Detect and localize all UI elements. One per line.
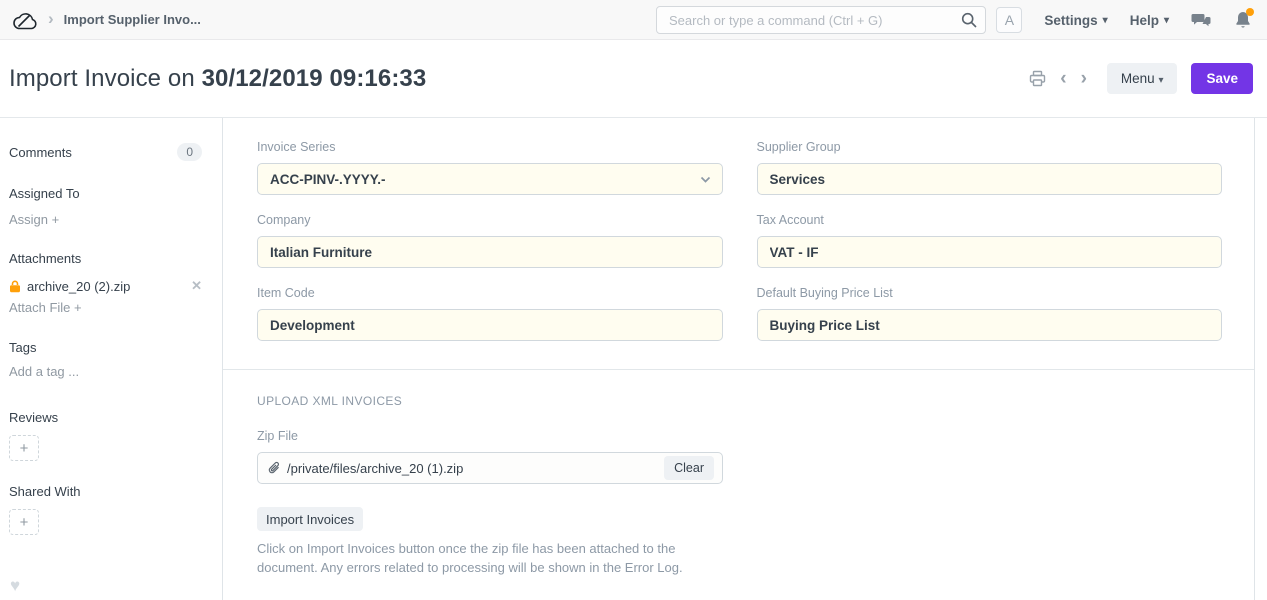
field-label: Tax Account (757, 213, 1223, 227)
comments-count-badge: 0 (177, 143, 202, 161)
item-code-input[interactable] (257, 309, 723, 341)
settings-menu[interactable]: Settings ▾ (1044, 13, 1107, 28)
search-icon (961, 12, 977, 28)
default-buying-price-list-input[interactable] (757, 309, 1223, 341)
upload-section-heading: UPLOAD XML INVOICES (257, 394, 1222, 408)
print-button[interactable] (1029, 70, 1046, 87)
form-section-upload: UPLOAD XML INVOICES Zip File /private/fi… (223, 370, 1254, 578)
upload-help-text: Click on Import Invoices button once the… (257, 540, 729, 578)
prev-document-button[interactable]: ‹ (1060, 69, 1066, 88)
field-default-buying-price-list: Default Buying Price List (757, 286, 1223, 341)
zip-file-control: /private/files/archive_20 (1).zip Clear (257, 452, 723, 484)
field-label: Invoice Series (257, 140, 723, 154)
field-tax-account: Tax Account (757, 213, 1223, 268)
breadcrumb[interactable]: Import Supplier Invo... (64, 12, 201, 27)
save-button[interactable]: Save (1191, 63, 1253, 94)
chevron-down-icon: ▾ (1158, 75, 1163, 86)
add-tag-input[interactable]: Add a tag ... (9, 364, 202, 379)
navbar: › Import Supplier Invo... A Settings ▾ H… (0, 0, 1267, 40)
assign-button[interactable]: Assign + (9, 212, 202, 227)
lock-icon (9, 280, 21, 293)
field-item-code: Item Code (257, 286, 723, 341)
assigned-to-label: Assigned To (9, 186, 202, 201)
notification-dot (1246, 8, 1254, 16)
attach-file-button[interactable]: Attach File + (9, 300, 202, 315)
attachments-label: Attachments (9, 251, 202, 266)
paperclip-icon (268, 461, 281, 475)
clear-button[interactable]: Clear (664, 456, 714, 480)
menu-button[interactable]: Menu ▾ (1107, 63, 1178, 94)
zip-file-label: Zip File (257, 429, 1222, 443)
help-menu[interactable]: Help ▾ (1130, 13, 1169, 28)
reviews-label: Reviews (9, 410, 202, 425)
comments-label: Comments (9, 145, 72, 160)
page-title-prefix: Import Invoice on (9, 65, 202, 92)
avatar-letter: A (1005, 12, 1014, 28)
invoice-series-select[interactable] (257, 163, 723, 195)
tags-label: Tags (9, 340, 202, 355)
page-title-date: 30/12/2019 09:16:33 (202, 65, 427, 92)
page-title: Import Invoice on 30/12/2019 09:16:33 (9, 65, 426, 93)
add-review-button[interactable]: + (9, 435, 39, 461)
form-section-details: Invoice Series Supplier Group Company (223, 118, 1254, 369)
printer-icon (1029, 70, 1046, 87)
chevron-down-icon: ▾ (1103, 15, 1108, 26)
add-share-button[interactable]: + (9, 509, 39, 535)
comments-section[interactable]: Comments 0 (9, 143, 202, 161)
company-input[interactable] (257, 236, 723, 268)
field-company: Company (257, 213, 723, 268)
avatar[interactable]: A (996, 7, 1022, 33)
remove-attachment-icon[interactable]: ✕ (191, 278, 202, 294)
field-invoice-series: Invoice Series (257, 140, 723, 195)
attachment-item: archive_20 (2).zip ✕ (9, 278, 202, 294)
menu-button-label: Menu (1121, 71, 1155, 86)
form-area: Invoice Series Supplier Group Company (222, 118, 1255, 600)
chat-icon[interactable] (1191, 10, 1211, 30)
field-label: Default Buying Price List (757, 286, 1223, 300)
field-label: Company (257, 213, 723, 227)
shared-with-label: Shared With (9, 484, 202, 499)
field-label: Supplier Group (757, 140, 1223, 154)
field-label: Item Code (257, 286, 723, 300)
attachment-file-link[interactable]: archive_20 (2).zip (27, 279, 130, 294)
chevron-down-icon: ▾ (1164, 15, 1169, 26)
supplier-group-input[interactable] (757, 163, 1223, 195)
heart-icon: ♥ (10, 576, 20, 596)
app-logo-cloud-icon[interactable] (12, 9, 38, 31)
breadcrumb-chevron-icon: › (48, 10, 54, 27)
next-document-button[interactable]: › (1081, 69, 1087, 88)
sidebar: Comments 0 Assigned To Assign + Attachme… (0, 118, 222, 600)
notifications-bell[interactable] (1233, 10, 1253, 30)
global-search (656, 6, 986, 34)
settings-label: Settings (1044, 13, 1097, 28)
field-supplier-group: Supplier Group (757, 140, 1223, 195)
page-head: Import Invoice on 30/12/2019 09:16:33 ‹ … (0, 40, 1267, 118)
search-input[interactable] (656, 6, 986, 34)
import-invoices-button[interactable]: Import Invoices (257, 507, 363, 531)
help-label: Help (1130, 13, 1159, 28)
zip-file-link[interactable]: /private/files/archive_20 (1).zip (287, 461, 463, 476)
tax-account-input[interactable] (757, 236, 1223, 268)
